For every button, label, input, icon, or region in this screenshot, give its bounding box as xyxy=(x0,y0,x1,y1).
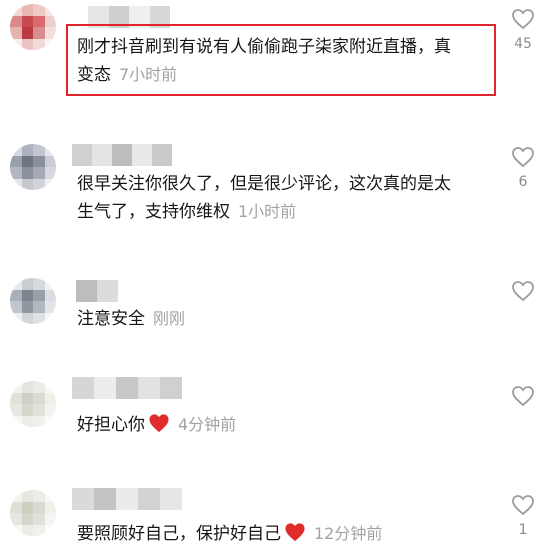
heart-outline-icon xyxy=(512,495,534,516)
timestamp: 12分钟前 xyxy=(314,524,383,543)
username-redacted[interactable] xyxy=(72,488,182,510)
heart-outline-icon xyxy=(512,9,534,30)
like-button[interactable]: 45 xyxy=(508,8,538,52)
like-button[interactable]: 6 xyxy=(508,146,538,190)
like-count: 6 xyxy=(518,174,528,190)
heart-outline-icon xyxy=(512,147,534,168)
avatar[interactable] xyxy=(10,144,56,190)
comment-text: 要照顾好自己，保护好自己 12分钟前 xyxy=(77,520,382,548)
timestamp: 刚刚 xyxy=(153,309,186,328)
like-button[interactable] xyxy=(508,280,538,308)
avatar[interactable] xyxy=(10,4,56,50)
heart-emoji xyxy=(149,414,169,433)
timestamp: 4分钟前 xyxy=(178,415,237,434)
username-redacted[interactable] xyxy=(72,144,172,166)
avatar[interactable] xyxy=(10,381,56,427)
comment-text: 很早关注你很久了，但是很少评论，这次真的是太 生气了，支持你维权 1小时前 xyxy=(77,170,451,226)
comment-line: 要照顾好自己，保护好自己 xyxy=(77,524,281,544)
like-count: 1 xyxy=(518,522,528,538)
like-button[interactable]: 1 xyxy=(508,494,538,538)
avatar[interactable] xyxy=(10,490,56,536)
heart-emoji xyxy=(285,523,305,542)
comment-text: 好担心你 4分钟前 xyxy=(77,411,236,439)
username-redacted[interactable] xyxy=(72,377,182,399)
comment-line: 生气了，支持你维权 xyxy=(77,202,230,222)
avatar[interactable] xyxy=(10,278,56,324)
like-count: 45 xyxy=(514,36,532,52)
heart-outline-icon xyxy=(512,386,534,407)
heart-outline-icon xyxy=(512,281,534,302)
timestamp: 1小时前 xyxy=(238,202,297,221)
comment-line: 很早关注你很久了，但是很少评论，这次真的是太 xyxy=(77,174,451,194)
comment-line: 好担心你 xyxy=(77,415,145,435)
like-button[interactable] xyxy=(508,385,538,413)
comment-text: 注意安全 刚刚 xyxy=(77,305,185,333)
comment-line: 注意安全 xyxy=(77,309,145,329)
username-redacted[interactable] xyxy=(76,280,118,302)
highlight-box xyxy=(66,24,496,96)
